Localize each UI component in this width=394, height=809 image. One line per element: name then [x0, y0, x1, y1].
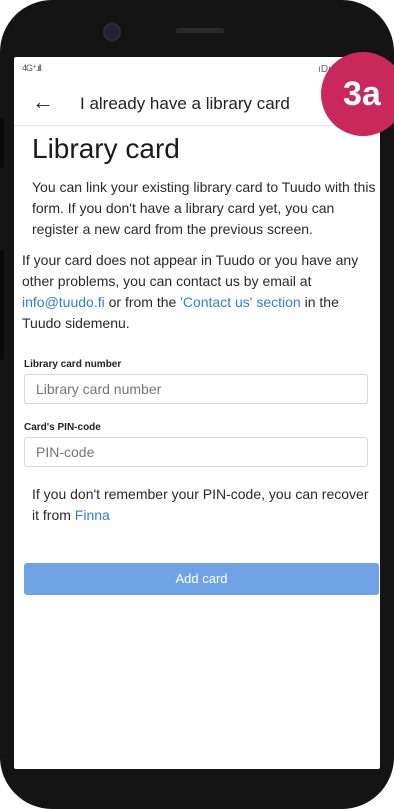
volume-button — [0, 118, 4, 168]
help-text-part2: or from the — [104, 294, 181, 310]
add-card-button[interactable]: Add card — [24, 563, 379, 595]
app-bar: ← I already have a library card — [14, 85, 380, 126]
pin-input[interactable] — [24, 437, 368, 467]
back-arrow-icon[interactable]: ← — [32, 89, 54, 115]
page-title: Library card — [32, 133, 180, 164]
intro-text: You can link your existing library card … — [32, 179, 376, 237]
status-bar: 4G⁺.ıll ıDı 100 ⚡ 12 — [14, 57, 380, 85]
app-screen: 4G⁺.ıll ıDı 100 ⚡ 12 ← I already have a … — [14, 57, 380, 769]
pin-label: Card's PIN-code — [24, 422, 101, 433]
finna-link[interactable]: Finna — [75, 507, 110, 523]
front-camera — [103, 23, 121, 41]
recover-text: If you don't remember your PIN-code, you… — [32, 484, 377, 526]
email-link[interactable]: info@tuudo.fi — [22, 294, 105, 310]
battery-indicator: ıDı 100 ⚡ 12 — [318, 64, 374, 75]
help-text-part1: If your card does not appear in Tuudo or… — [22, 252, 359, 289]
help-text: If your card does not appear in Tuudo or… — [22, 250, 374, 334]
card-number-input[interactable] — [24, 374, 368, 404]
signal-indicator: 4G⁺.ıll — [22, 63, 42, 73]
earpiece-speaker — [176, 28, 224, 33]
contact-us-link[interactable]: 'Contact us' section — [180, 294, 301, 310]
app-bar-title: I already have a library card — [80, 94, 290, 113]
card-number-label: Library card number — [24, 359, 122, 370]
power-button — [0, 250, 4, 360]
phone-frame: 4G⁺.ıll ıDı 100 ⚡ 12 ← I already have a … — [0, 0, 394, 809]
